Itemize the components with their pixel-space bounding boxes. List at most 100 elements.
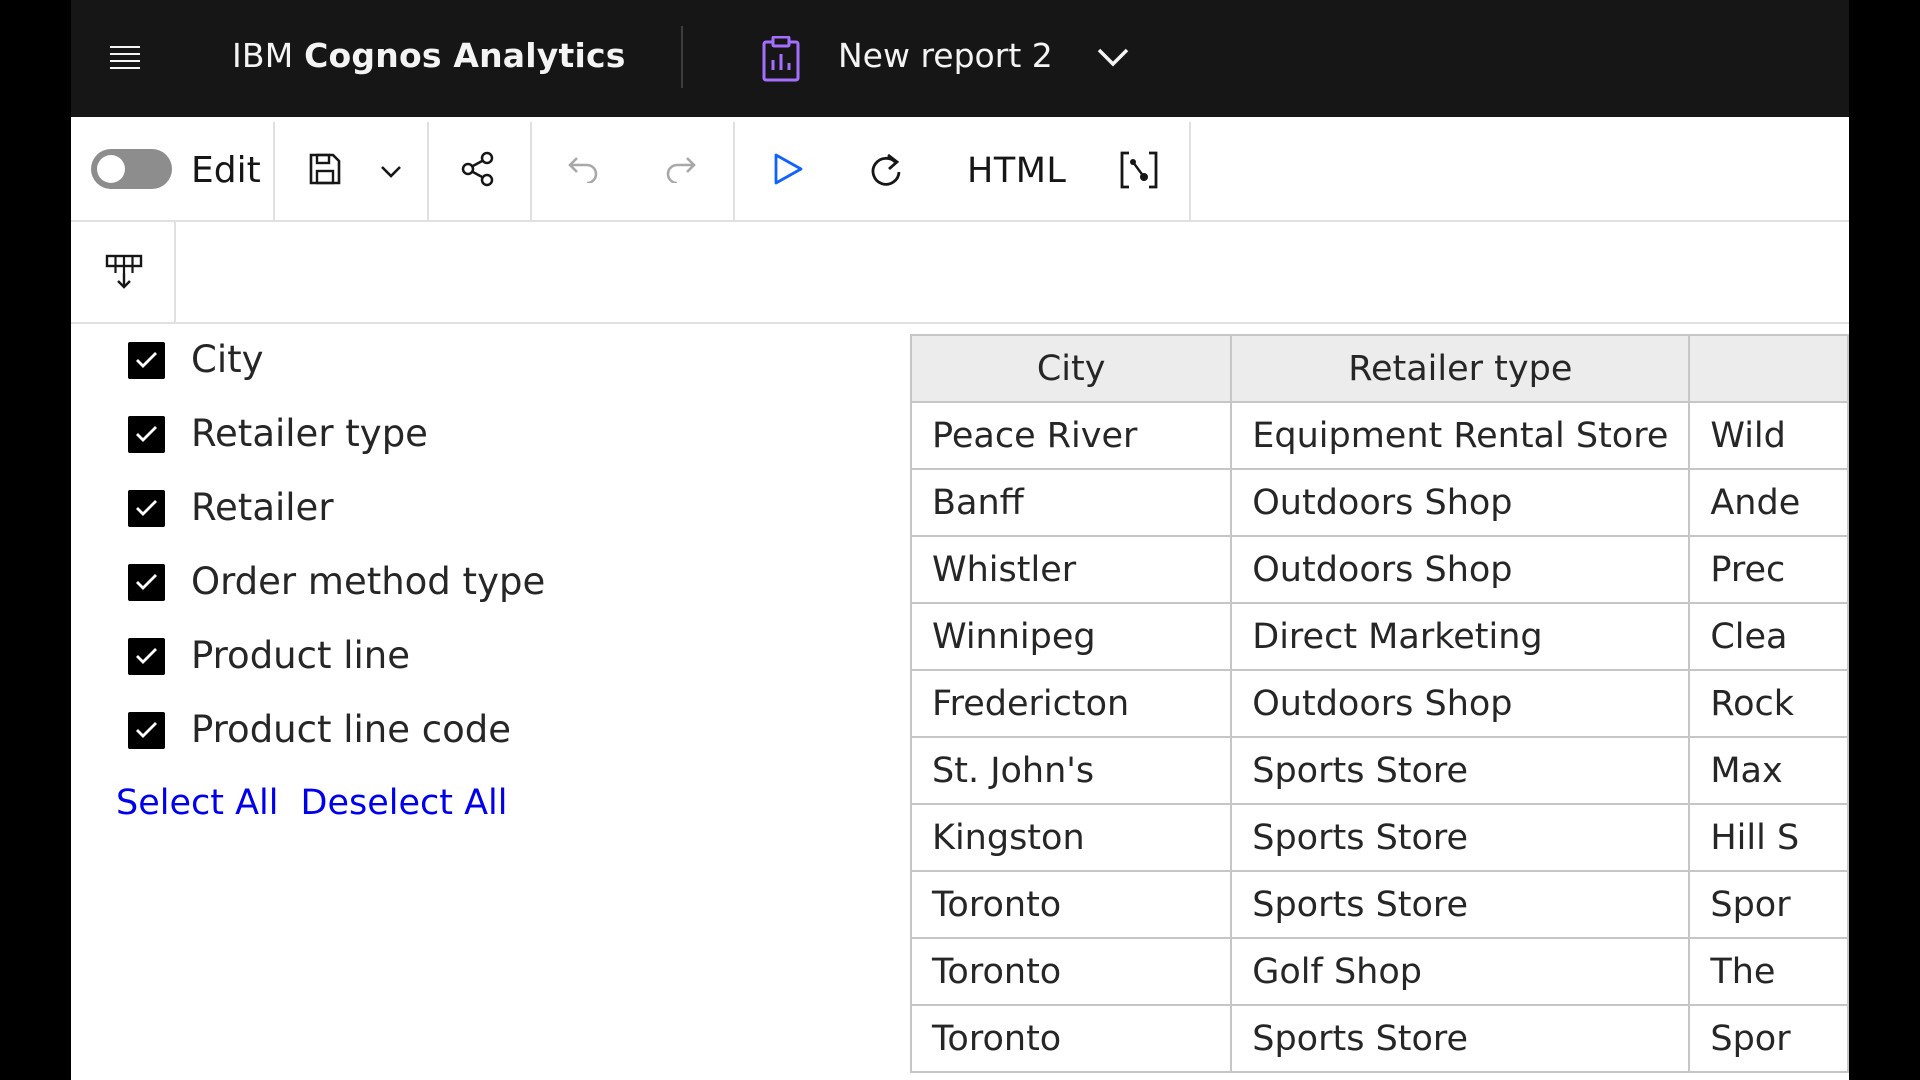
checkmark-icon <box>136 648 157 664</box>
header-divider <box>681 26 683 88</box>
refresh-button[interactable] <box>868 151 904 189</box>
table-cell: Equipment Rental Store <box>1230 401 1691 470</box>
checkmark-icon <box>136 426 157 442</box>
column-checkbox-retailer[interactable]: Retailer <box>128 476 628 536</box>
redo-icon <box>666 157 696 183</box>
undo-icon <box>568 157 598 183</box>
output-format-html[interactable]: HTML <box>967 149 1066 193</box>
undo-button[interactable] <box>565 155 599 183</box>
table-row: Kingston Sports Store Hill S <box>910 803 1849 872</box>
column-checkbox-city[interactable]: City <box>128 328 628 388</box>
report-toolbar: Edit HTML <box>71 117 1849 222</box>
table-cell: Fredericton <box>910 669 1233 738</box>
column-checkbox-retailer-type[interactable]: Retailer type <box>128 402 628 462</box>
run-report-button[interactable] <box>772 152 804 186</box>
checkmark-icon <box>136 574 157 590</box>
edit-label: Edit <box>191 150 261 191</box>
column-export-button[interactable] <box>105 253 143 295</box>
deselect-all-link[interactable]: Deselect All <box>301 783 508 823</box>
table-cell: Direct Marketing <box>1230 602 1691 671</box>
checkbox-checked[interactable] <box>128 416 165 453</box>
table-cell: Toronto <box>910 937 1233 1006</box>
column-checkbox-order-method-type[interactable]: Order method type <box>128 550 628 610</box>
table-cell: Sports Store <box>1230 870 1691 939</box>
table-cell: Sports Store <box>1230 803 1691 872</box>
toolbar-divider <box>733 122 735 220</box>
checkbox-checked[interactable] <box>128 564 165 601</box>
column-header-city[interactable]: City <box>910 334 1233 403</box>
table-cell: Kingston <box>910 803 1233 872</box>
table-cell: Outdoors Shop <box>1230 669 1691 738</box>
column-checkbox-product-line-code[interactable]: Product line code <box>128 698 628 758</box>
table-cell: The <box>1688 937 1849 1006</box>
checkbox-label: Product line code <box>191 708 512 751</box>
checkmark-icon <box>136 352 157 368</box>
checkbox-checked[interactable] <box>128 712 165 749</box>
column-header-retailer-type[interactable]: Retailer type <box>1230 334 1691 403</box>
table-cell: Spor <box>1688 870 1849 939</box>
table-row: St. John's Sports Store Max <box>910 736 1849 805</box>
brand-prefix: IBM <box>232 36 305 75</box>
table-cell: Sports Store <box>1230 736 1691 805</box>
data-view-button[interactable] <box>1120 151 1158 189</box>
run-icon <box>774 153 803 185</box>
redo-button[interactable] <box>665 155 699 183</box>
table-row: Toronto Golf Shop The <box>910 937 1849 1006</box>
toggle-knob <box>97 155 125 183</box>
table-cell: Banff <box>910 468 1233 537</box>
save-icon <box>309 153 341 185</box>
save-options-button[interactable] <box>380 165 402 179</box>
report-clipboard-icon <box>762 35 800 82</box>
table-cell: Outdoors Shop <box>1230 468 1691 537</box>
selection-links: Select All Deselect All <box>116 780 530 826</box>
table-cell: Winnipeg <box>910 602 1233 671</box>
checkbox-checked[interactable] <box>128 490 165 527</box>
toolbar-divider <box>1189 122 1191 220</box>
share-button[interactable] <box>460 151 496 187</box>
table-cell: Outdoors Shop <box>1230 535 1691 604</box>
refresh-icon <box>871 153 901 186</box>
table-cell: Ande <box>1688 468 1849 537</box>
report-data-table: City Retailer type Peace River Equipment… <box>910 334 1849 1073</box>
product-brand: IBM Cognos Analytics <box>232 34 626 78</box>
column-checkbox-product-line[interactable]: Product line <box>128 624 628 684</box>
data-view-icon <box>1120 151 1158 189</box>
table-cell: Golf Shop <box>1230 937 1691 1006</box>
report-menu-chevron-down-icon[interactable] <box>1096 42 1130 72</box>
checkbox-label: Retailer type <box>191 412 428 455</box>
checkbox-label: Retailer <box>191 486 334 529</box>
table-cell: Peace River <box>910 401 1233 470</box>
table-cell: Sports Store <box>1230 1004 1691 1073</box>
table-row: Peace River Equipment Rental Store Wild <box>910 401 1849 470</box>
table-cell: Rock <box>1688 669 1849 738</box>
table-cell: St. John's <box>910 736 1233 805</box>
column-export-icon <box>105 254 143 289</box>
table-cell: Toronto <box>910 1004 1233 1073</box>
column-header-retailer[interactable] <box>1688 334 1849 403</box>
checkbox-label: City <box>191 338 264 381</box>
checkbox-checked[interactable] <box>128 342 165 379</box>
table-cell: Clea <box>1688 602 1849 671</box>
table-cell: Toronto <box>910 870 1233 939</box>
secondary-toolbar <box>71 222 1849 324</box>
table-cell: Spor <box>1688 1004 1849 1073</box>
table-cell: Hill S <box>1688 803 1849 872</box>
table-row: Winnipeg Direct Marketing Clea <box>910 602 1849 671</box>
checkbox-label: Product line <box>191 634 411 677</box>
table-header-row: City Retailer type <box>910 334 1849 403</box>
report-table-viewport[interactable]: City Retailer type Peace River Equipment… <box>910 334 1849 1080</box>
checkmark-icon <box>136 500 157 516</box>
report-title[interactable]: New report 2 <box>838 34 1053 78</box>
table-row: Toronto Sports Store Spor <box>910 870 1849 939</box>
edit-mode-toggle[interactable] <box>91 149 172 189</box>
hamburger-menu-icon[interactable] <box>110 44 140 70</box>
toolbar-divider <box>530 122 532 220</box>
row-divider <box>174 222 176 322</box>
top-header-bar: IBM Cognos Analytics New report 2 <box>71 0 1849 117</box>
select-all-link[interactable]: Select All <box>116 783 279 823</box>
checkbox-checked[interactable] <box>128 638 165 675</box>
save-button[interactable] <box>308 152 342 186</box>
table-cell: Wild <box>1688 401 1849 470</box>
share-icon <box>461 151 494 187</box>
table-cell: Prec <box>1688 535 1849 604</box>
